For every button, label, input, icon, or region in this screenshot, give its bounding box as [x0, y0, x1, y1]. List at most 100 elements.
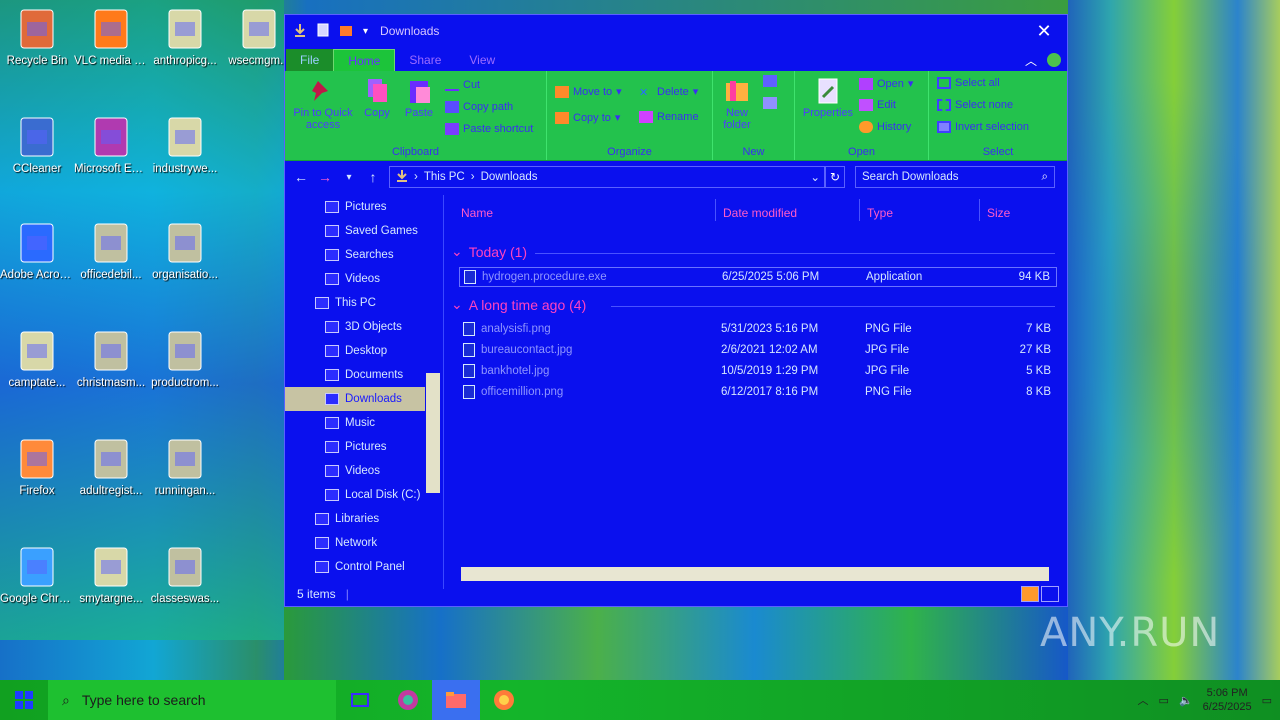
nav-item[interactable]: Pictures [285, 195, 443, 219]
copy-to-button[interactable]: Copy to ▾ [555, 111, 620, 124]
horizontal-scrollbar[interactable] [461, 567, 1049, 581]
address-bar[interactable]: › This PC › Downloads ⌄ [389, 166, 825, 188]
column-header-size[interactable]: Size [987, 201, 1010, 225]
new-folder-qat-icon[interactable] [339, 23, 353, 40]
help-icon[interactable] [1047, 53, 1061, 67]
copy-button[interactable]: Copy [357, 77, 397, 119]
nav-item[interactable]: Music [285, 411, 443, 435]
nav-item[interactable]: Network [285, 531, 443, 555]
rename-button[interactable]: Rename [639, 111, 699, 123]
nav-item[interactable]: Videos [285, 459, 443, 483]
volume-icon[interactable]: 🔈 [1179, 694, 1193, 707]
breadcrumb-this-pc[interactable]: This PC [424, 171, 465, 183]
invert-selection-button[interactable]: Invert selection [937, 121, 1029, 133]
nav-item[interactable]: Libraries [285, 507, 443, 531]
select-all-button[interactable]: Select all [937, 77, 1000, 89]
tab-share[interactable]: Share [395, 49, 455, 71]
address-dropdown-icon[interactable]: ⌄ [810, 170, 824, 184]
close-button[interactable]: ✕ [1021, 21, 1067, 42]
notifications-icon[interactable]: ▭ [1262, 694, 1272, 707]
select-none-button[interactable]: Select none [937, 99, 1013, 111]
clock[interactable]: 5:06 PM 6/25/2025 [1203, 686, 1252, 714]
nav-item[interactable]: This PC [285, 291, 443, 315]
desktop-icon[interactable]: smytargne... [74, 546, 148, 606]
firefox-taskbar-icon[interactable] [480, 680, 528, 720]
start-button[interactable] [0, 680, 48, 720]
desktop-icon[interactable]: anthropicg... [148, 8, 222, 68]
navigation-scrollbar-thumb[interactable] [426, 373, 440, 493]
new-folder-button[interactable]: New folder [717, 77, 757, 131]
pane-divider[interactable] [443, 195, 444, 589]
edge-taskbar-icon[interactable] [384, 680, 432, 720]
new-item-button[interactable] [763, 75, 777, 87]
large-icons-view-icon[interactable] [1041, 586, 1059, 602]
column-separator[interactable] [715, 199, 716, 221]
nav-item[interactable]: Searches [285, 243, 443, 267]
move-to-button[interactable]: Move to ▾ [555, 85, 622, 98]
column-separator[interactable] [979, 199, 980, 221]
paste-shortcut-button[interactable]: Paste shortcut [445, 123, 533, 135]
history-button[interactable]: History [859, 121, 911, 133]
desktop-icon[interactable]: Recycle Bin [0, 8, 74, 68]
navigation-scrollbar[interactable] [425, 195, 441, 589]
nav-item[interactable]: Documents [285, 363, 443, 387]
collapse-ribbon-icon[interactable]: ︿ [1025, 52, 1037, 69]
group-header[interactable]: ⌄ A long time ago (4) [451, 296, 586, 313]
qat-dropdown-icon[interactable]: ▾ [363, 26, 368, 37]
forward-arrow-icon[interactable]: → [313, 169, 337, 185]
details-view-icon[interactable] [1021, 586, 1039, 602]
show-hidden-icons-icon[interactable]: ︿ [1138, 692, 1149, 708]
desktop-icon[interactable]: Firefox [0, 438, 74, 498]
nav-item[interactable]: Saved Games [285, 219, 443, 243]
column-header-type[interactable]: Type [867, 201, 893, 225]
paste-button[interactable]: Paste [399, 77, 439, 119]
file-explorer-taskbar-icon[interactable] [432, 680, 480, 720]
file-row[interactable]: analysisfi.png 5/31/2023 5:16 PM PNG File 7… [459, 320, 1057, 340]
desktop-icon[interactable]: productrom... [148, 330, 222, 390]
file-row[interactable]: hydrogen.procedure.exe 6/25/2025 5:06 PM A… [459, 267, 1057, 287]
tab-view[interactable]: View [455, 49, 509, 71]
desktop-icon[interactable]: classeswas... [148, 546, 222, 606]
nav-item[interactable]: Pictures [285, 435, 443, 459]
refresh-icon[interactable]: ↻ [825, 166, 845, 188]
cut-button[interactable]: Cut [445, 79, 480, 91]
desktop-icon[interactable]: christmasm... [74, 330, 148, 390]
back-arrow-icon[interactable]: ← [289, 169, 313, 185]
properties-qat-icon[interactable] [317, 23, 329, 40]
desktop-icon[interactable]: adultregist... [74, 438, 148, 498]
delete-button[interactable]: ✕ Delete ▾ [639, 85, 698, 99]
tab-file[interactable]: File [286, 49, 334, 71]
task-view-icon[interactable] [336, 680, 384, 720]
desktop-icon[interactable]: industrywe... [148, 116, 222, 176]
file-row[interactable]: bankhotel.jpg 10/5/2019 1:29 PM JPG File 5 … [459, 362, 1057, 382]
edit-button[interactable]: Edit [859, 99, 896, 111]
search-input[interactable]: Search Downloads ⌕ [855, 166, 1055, 188]
nav-item[interactable]: Desktop [285, 339, 443, 363]
desktop-icon[interactable]: VLC media player [74, 8, 148, 68]
desktop-icon[interactable]: Microsoft Edge [74, 116, 148, 176]
column-separator[interactable] [859, 199, 860, 221]
column-header-date[interactable]: Date modified [723, 201, 797, 225]
copy-path-button[interactable]: Copy path [445, 101, 513, 113]
group-header[interactable]: ⌄ Today (1) [451, 243, 527, 260]
network-icon[interactable]: ▭ [1159, 694, 1169, 707]
tab-home[interactable]: Home [333, 49, 396, 71]
pin-quick-access-button[interactable]: Pin to Quick access [289, 77, 357, 131]
nav-item[interactable]: Local Disk (C:) [285, 483, 443, 507]
properties-button[interactable]: Properties [799, 77, 857, 119]
breadcrumb-downloads[interactable]: Downloads [481, 171, 538, 183]
nav-item[interactable]: 3D Objects [285, 315, 443, 339]
desktop-icon[interactable]: officedebil... [74, 222, 148, 282]
desktop-icon[interactable]: camptate... [0, 330, 74, 390]
taskbar-search[interactable]: ⌕ Type here to search [48, 680, 336, 720]
recent-locations-icon[interactable]: ▾ [337, 172, 361, 183]
nav-item[interactable]: Downloads [285, 387, 425, 411]
column-header-name[interactable]: Name [461, 201, 493, 225]
desktop-icon[interactable]: organisatio... [148, 222, 222, 282]
nav-item[interactable]: Videos [285, 267, 443, 291]
up-arrow-icon[interactable]: ↑ [361, 169, 385, 185]
desktop-icon[interactable]: CCleaner [0, 116, 74, 176]
file-row[interactable]: officemillion.png 6/12/2017 8:16 PM PNG Fi… [459, 383, 1057, 403]
desktop-icon[interactable]: runningan... [148, 438, 222, 498]
open-button[interactable]: Open ▾ [859, 77, 913, 90]
